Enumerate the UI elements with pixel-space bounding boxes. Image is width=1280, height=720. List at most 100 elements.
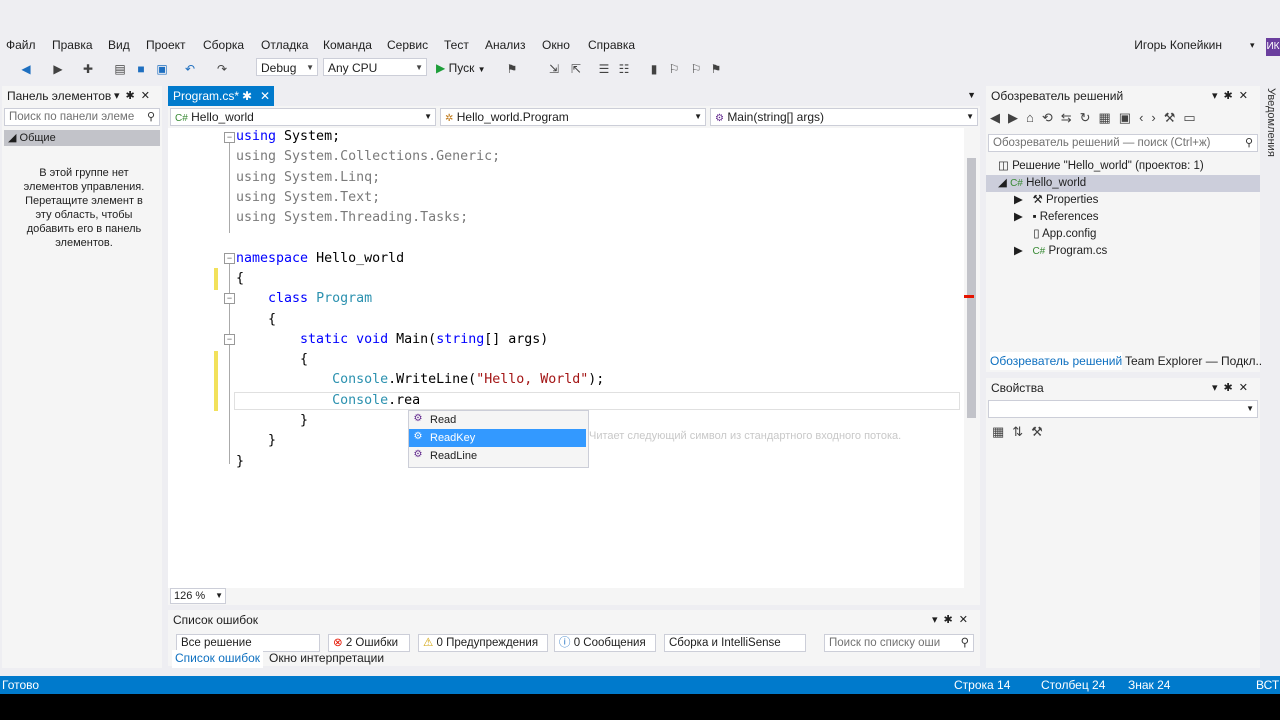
- scrollbar-thumb[interactable]: [967, 158, 976, 418]
- menu-project[interactable]: Проект: [146, 38, 186, 52]
- panel-controls-icon[interactable]: ▾✱✕: [1212, 378, 1254, 398]
- error-list-search-input[interactable]: Поиск по списку оши ⚲: [824, 634, 974, 652]
- warning-icon: ⚠: [423, 637, 434, 649]
- menu-window[interactable]: Окно: [542, 38, 570, 52]
- panel-controls-icon[interactable]: ▾✱✕: [932, 610, 974, 630]
- status-ready: Готово: [2, 678, 40, 692]
- tree-item-program-cs[interactable]: ▶ C# Program.cs: [1014, 243, 1107, 260]
- properties-toolbar[interactable]: ▦⇅⚒: [992, 424, 1051, 440]
- code-token: using: [236, 210, 277, 225]
- collapse-icon[interactable]: −: [224, 293, 235, 304]
- zoom-select[interactable]: 126 % ▼: [170, 588, 226, 604]
- code-token: System.Text;: [276, 190, 381, 205]
- menu-debug[interactable]: Отладка: [261, 38, 308, 52]
- pin-icon[interactable]: ✱: [242, 86, 252, 106]
- step-icon[interactable]: ⇲: [546, 61, 562, 77]
- solution-toolbar[interactable]: ◀▶⌂⟲⇆↻▦▣‹›⚒▭: [990, 110, 1204, 128]
- config-file-icon: ▯: [1033, 228, 1040, 240]
- start-button[interactable]: ▶ Пуск ▼: [436, 59, 486, 77]
- configuration-select[interactable]: Debug ▼: [256, 58, 318, 76]
- notifications-strip[interactable]: Уведомления: [1262, 86, 1280, 672]
- clear-bookmarks-icon[interactable]: ⚑: [708, 61, 724, 77]
- chevron-down-icon: ▼: [477, 65, 486, 74]
- attach-icon[interactable]: ⚑: [504, 61, 520, 77]
- bookmark-icon[interactable]: ▮: [646, 61, 662, 77]
- project-nav-select[interactable]: C# Hello_world ▼: [170, 108, 436, 126]
- warnings-filter-button[interactable]: ⚠ 0 Предупреждения: [418, 634, 548, 652]
- tab-team-explorer[interactable]: Team Explorer — Подкл...: [1125, 352, 1265, 370]
- errors-count: 2 Ошибки: [345, 637, 399, 649]
- tab-overflow-icon[interactable]: ▼: [967, 90, 976, 100]
- code-token: void: [356, 332, 389, 347]
- menu-team[interactable]: Команда: [323, 38, 372, 52]
- chevron-down-icon: ▼: [415, 63, 423, 72]
- status-insert-mode: ВСТ: [1256, 678, 1280, 692]
- code-editor[interactable]: − − − − using System; using System.Colle…: [168, 128, 964, 588]
- comment-icon[interactable]: ☰: [596, 61, 612, 77]
- tab-solution-explorer[interactable]: Обозреватель решений: [990, 352, 1123, 370]
- save-icon[interactable]: ■: [133, 61, 149, 77]
- tab-program-cs[interactable]: Program.cs* ✱ ✕: [168, 86, 274, 106]
- toolbox-search-input[interactable]: Поиск по панели элеме ⚲: [4, 108, 160, 126]
- source-select[interactable]: Сборка и IntelliSense: [664, 634, 806, 652]
- back-icon[interactable]: ◀: [18, 61, 34, 77]
- completion-item-selected[interactable]: ⚙ ReadKey: [409, 429, 586, 447]
- error-search-placeholder: Поиск по списку оши: [829, 637, 941, 649]
- menu-edit[interactable]: Правка: [52, 38, 93, 52]
- tab-immediate-window[interactable]: Окно интерпретации: [266, 650, 387, 668]
- forward-icon[interactable]: ▶: [50, 61, 66, 77]
- collapse-icon[interactable]: −: [224, 253, 235, 264]
- class-nav-select[interactable]: ✲ Hello_world.Program ▼: [440, 108, 706, 126]
- status-column: Столбец 24: [1041, 678, 1106, 692]
- editor-navigation-bar: C# Hello_world ▼ ✲ Hello_world.Program ▼ ⚙…: [168, 106, 980, 129]
- collapse-icon[interactable]: −: [224, 132, 235, 143]
- menu-test[interactable]: Тест: [444, 38, 469, 52]
- editor-vertical-scrollbar[interactable]: [964, 128, 980, 588]
- tree-item-app-config[interactable]: ▯ App.config: [1030, 226, 1096, 243]
- completion-item[interactable]: ⚙ ReadLine: [409, 447, 586, 465]
- redo-icon[interactable]: ↷: [214, 61, 230, 77]
- menu-help[interactable]: Справка: [588, 38, 635, 52]
- menu-tools[interactable]: Сервис: [387, 38, 428, 52]
- prev-bookmark-icon[interactable]: ⚐: [666, 61, 682, 77]
- collapse-icon[interactable]: −: [224, 334, 235, 345]
- menu-build[interactable]: Сборка: [203, 38, 244, 52]
- messages-filter-button[interactable]: ⓘ 0 Сообщения: [554, 634, 656, 652]
- tab-error-list[interactable]: Список ошибок: [172, 650, 264, 668]
- method-icon: ⚙: [413, 431, 423, 442]
- next-bookmark-icon[interactable]: ⚐: [688, 61, 704, 77]
- panel-controls-icon[interactable]: ▾✱✕: [114, 86, 156, 106]
- code-token: System;: [276, 129, 341, 144]
- solution-search-input[interactable]: Обозреватель решений — поиск (Ctrl+ж) ⚲: [988, 134, 1258, 152]
- code-token: {: [236, 271, 245, 286]
- open-icon[interactable]: ▤: [112, 61, 128, 77]
- wrench-icon: ⚒: [1032, 194, 1043, 206]
- class-nav-value: Hello_world.Program: [456, 110, 569, 124]
- user-name[interactable]: Игорь Копейкин: [1134, 38, 1222, 52]
- toolbox-search-placeholder: Поиск по панели элеме: [9, 111, 135, 123]
- member-nav-select[interactable]: ⚙ Main(string[] args) ▼: [710, 108, 978, 126]
- avatar[interactable]: ИК: [1266, 38, 1280, 56]
- close-icon[interactable]: ✕: [260, 86, 270, 106]
- tree-item-properties[interactable]: ▶ ⚒ Properties: [1014, 192, 1098, 209]
- menu-analyze[interactable]: Анализ: [485, 38, 526, 52]
- step-over-icon[interactable]: ⇱: [568, 61, 584, 77]
- panel-controls-icon[interactable]: ▾✱✕: [1212, 86, 1254, 106]
- menu-file[interactable]: Файл: [6, 38, 36, 52]
- tree-solution-root[interactable]: ◫ Решение "Hello_world" (проектов: 1): [998, 158, 1204, 175]
- toolbox-group-header[interactable]: ◢ Общие: [4, 130, 160, 146]
- save-all-icon[interactable]: ▣: [154, 61, 170, 77]
- code-line: {: [236, 271, 244, 286]
- code-token: Program: [316, 291, 373, 306]
- new-project-icon[interactable]: ✚: [80, 61, 96, 77]
- completion-item[interactable]: ⚙ Read: [409, 411, 586, 429]
- platform-select[interactable]: Any CPU ▼: [323, 58, 427, 76]
- uncomment-icon[interactable]: ☷: [616, 61, 632, 77]
- user-dropdown-icon[interactable]: ▾: [1250, 40, 1255, 51]
- menu-view[interactable]: Вид: [108, 38, 130, 52]
- undo-icon[interactable]: ↶: [182, 61, 198, 77]
- tree-project[interactable]: ◢ C# Hello_world: [986, 175, 1260, 192]
- properties-object-select[interactable]: ▼: [988, 400, 1258, 418]
- tree-item-references[interactable]: ▶ ▪ References: [1014, 209, 1099, 226]
